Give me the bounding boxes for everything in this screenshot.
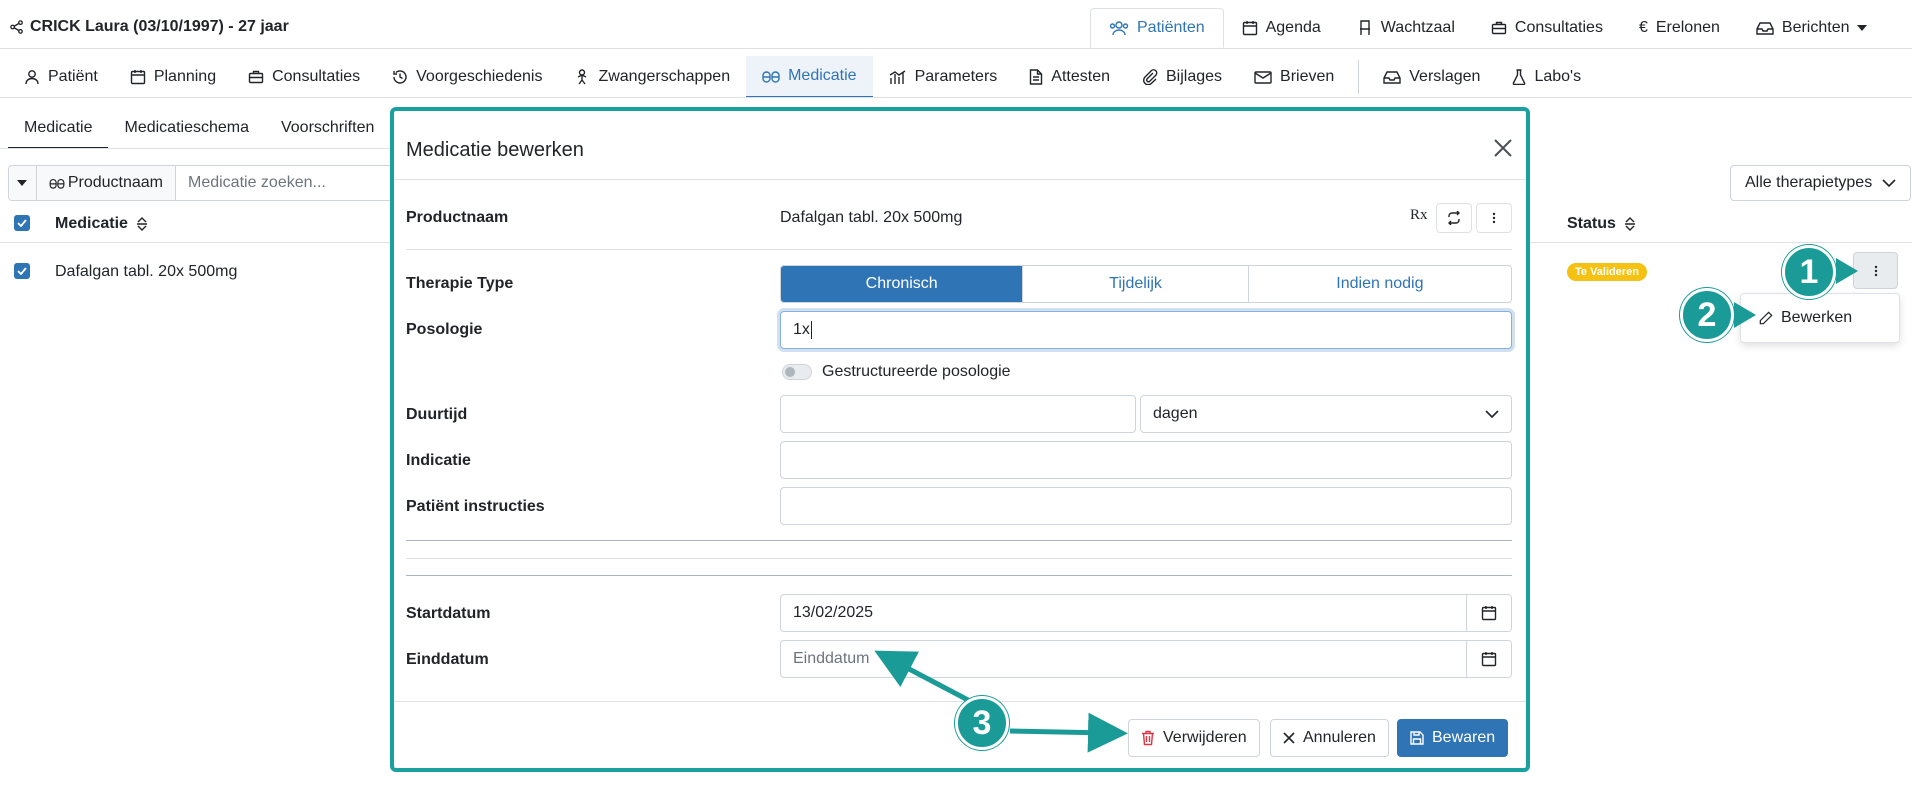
annotation-arrows-3 (874, 650, 1128, 753)
annotation-marker-3: 3 (955, 696, 1009, 750)
